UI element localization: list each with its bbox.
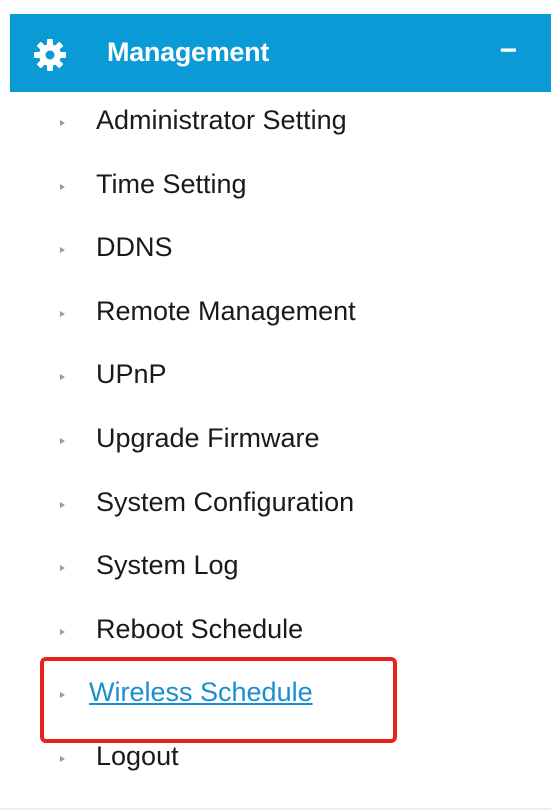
arrow-bullet-icon — [60, 120, 65, 126]
section-title: Management — [107, 37, 270, 67]
menu-item-system-log[interactable]: System Log — [0, 537, 551, 601]
menu-item-system-configuration[interactable]: System Configuration — [0, 474, 551, 538]
menu-item-label[interactable]: UPnP — [96, 359, 167, 390]
arrow-bullet-icon — [60, 501, 65, 508]
menu-item-label[interactable]: Reboot Schedule — [96, 614, 303, 645]
gear-icon — [34, 39, 66, 71]
menu-item-label[interactable]: DDNS — [96, 232, 173, 263]
management-section-header[interactable]: Management − — [10, 14, 551, 92]
menu-item-logout[interactable]: Logout — [0, 728, 551, 792]
arrow-bullet-icon — [60, 565, 65, 572]
management-menu: Administrator Setting Time Setting DDNS … — [0, 92, 551, 792]
menu-item-ddns[interactable]: DDNS — [0, 219, 551, 283]
menu-item-reboot-schedule[interactable]: Reboot Schedule — [0, 601, 551, 665]
menu-item-time-setting[interactable]: Time Setting — [0, 156, 551, 220]
menu-item-administrator-setting[interactable]: Administrator Setting — [0, 92, 551, 156]
arrow-bullet-icon — [60, 183, 65, 190]
arrow-bullet-icon — [60, 247, 65, 254]
menu-item-label[interactable]: System Log — [96, 550, 239, 581]
arrow-bullet-icon — [60, 310, 65, 317]
menu-item-label[interactable]: Wireless Schedule — [89, 677, 313, 708]
menu-item-wireless-schedule[interactable]: Wireless Schedule — [0, 664, 551, 728]
arrow-bullet-icon — [60, 437, 65, 444]
arrow-bullet-icon — [60, 692, 65, 699]
menu-item-label[interactable]: Administrator Setting — [96, 105, 347, 136]
menu-item-remote-management[interactable]: Remote Management — [0, 283, 551, 347]
menu-item-label[interactable]: Logout — [96, 741, 179, 772]
arrow-bullet-icon — [60, 628, 65, 635]
collapse-toggle[interactable]: − — [499, 14, 517, 92]
menu-item-label[interactable]: System Configuration — [96, 487, 354, 518]
menu-item-upgrade-firmware[interactable]: Upgrade Firmware — [0, 410, 551, 474]
menu-item-label[interactable]: Remote Management — [96, 296, 356, 327]
menu-item-label[interactable]: Time Setting — [96, 169, 247, 200]
menu-item-label[interactable]: Upgrade Firmware — [96, 423, 320, 454]
arrow-bullet-icon — [60, 374, 65, 381]
management-sidebar-panel: Management − Administrator Setting Time … — [0, 0, 551, 810]
menu-item-upnp[interactable]: UPnP — [0, 346, 551, 410]
arrow-bullet-icon — [60, 755, 65, 762]
